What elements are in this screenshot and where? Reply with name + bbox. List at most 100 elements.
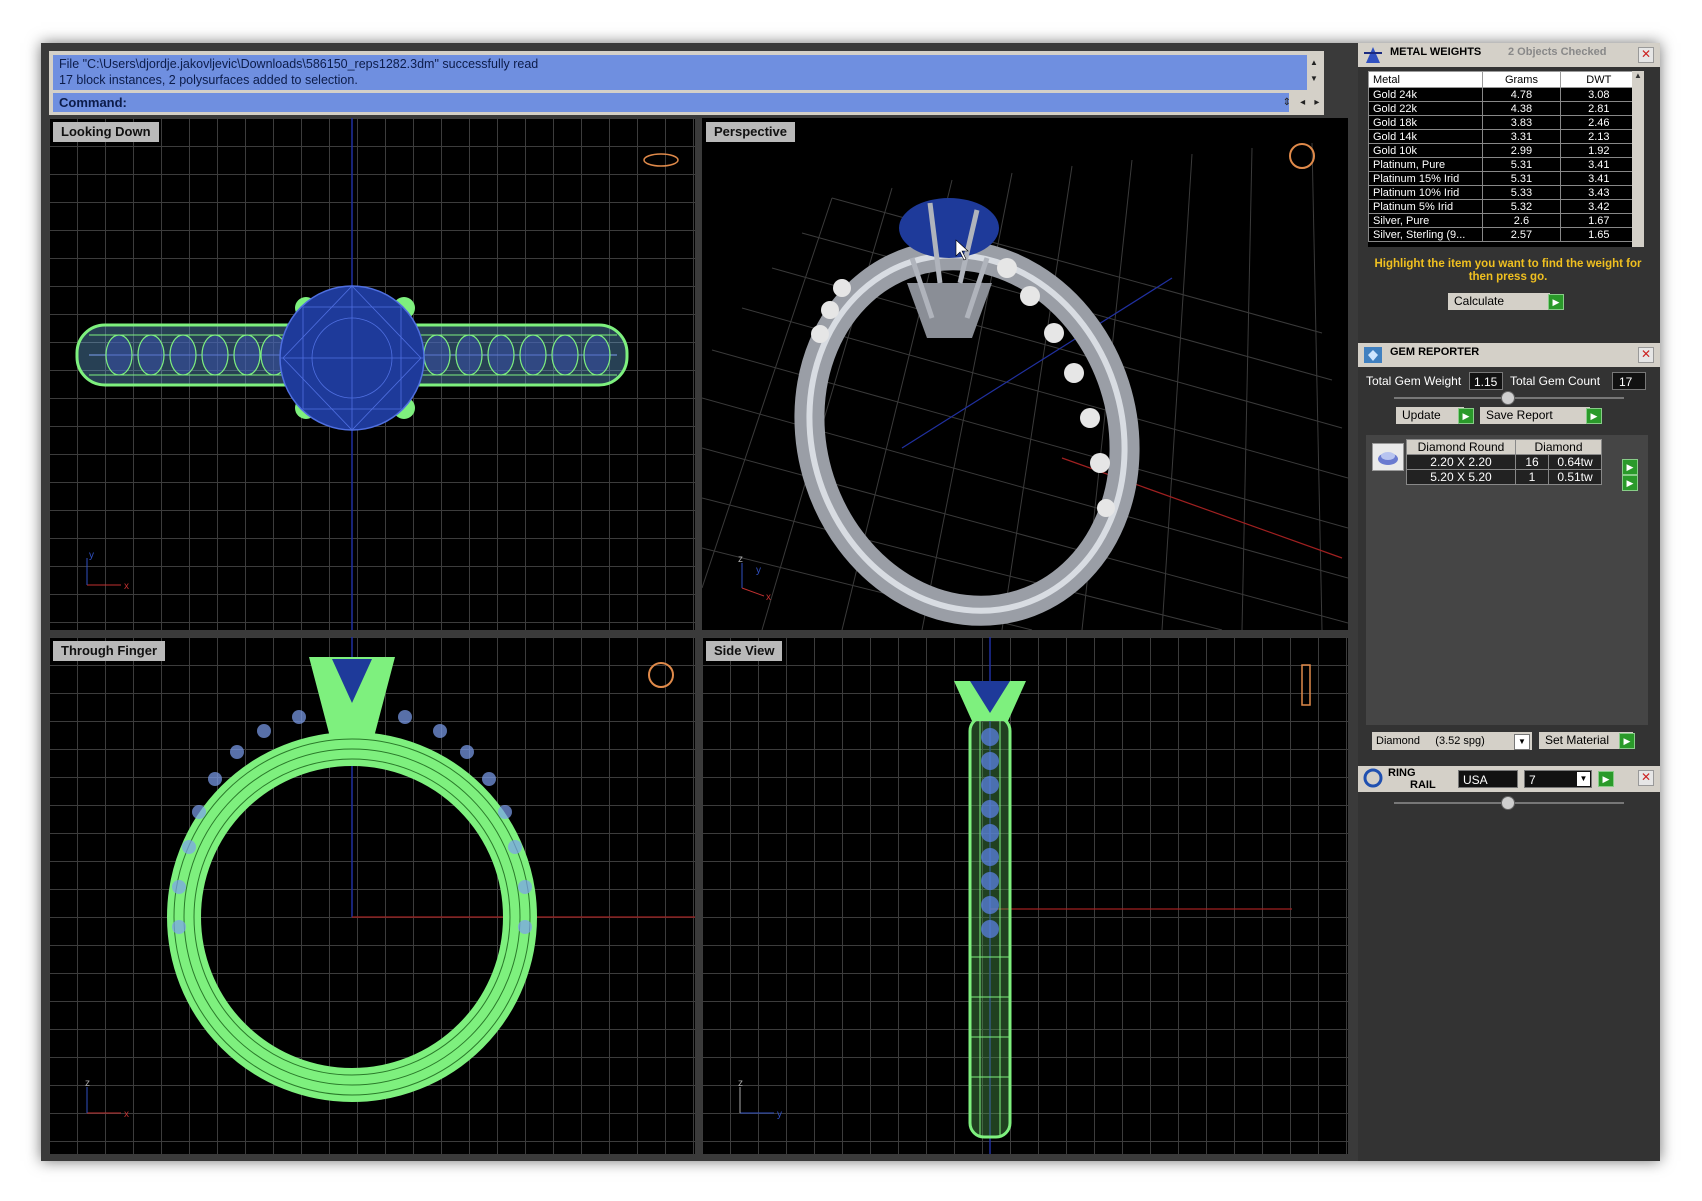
chevron-down-icon[interactable]: ▼: [1514, 734, 1530, 750]
table-header-row: Metal Grams DWT: [1368, 71, 1639, 88]
total-gem-weight-label: Total Gem Weight: [1366, 374, 1462, 388]
axis-z-label: z: [738, 1078, 743, 1089]
axis-z-label: z: [85, 1078, 90, 1089]
grams-cell: 5.31: [1482, 171, 1561, 186]
axis-y-label: y: [777, 1109, 782, 1120]
command-nav-buttons: ⇕ ◂ ▸: [1278, 93, 1324, 112]
table-row[interactable]: 2.20 X 2.20 16 0.64tw: [1406, 454, 1602, 470]
diamond-round-icon: [1372, 443, 1404, 471]
viewport-perspective[interactable]: z y x Perspective: [702, 118, 1348, 630]
table-row[interactable]: Platinum, Pure 5.31 3.41: [1368, 157, 1639, 172]
table-row[interactable]: Gold 24k 4.78 3.08: [1368, 87, 1639, 102]
country-input[interactable]: USA: [1458, 770, 1518, 788]
ring-size-select[interactable]: 7 ▼: [1524, 770, 1592, 788]
total-gem-weight-value: 1.15: [1469, 372, 1503, 390]
dwt-cell: 1.65: [1559, 227, 1639, 242]
history-scrollbar[interactable]: ▲ ▼: [1307, 55, 1321, 90]
axis-x-label: x: [124, 1109, 129, 1120]
go-arrow-icon[interactable]: ▶: [1619, 733, 1635, 749]
grams-cell: 2.6: [1482, 213, 1561, 228]
front-view-model: x z: [85, 637, 695, 1120]
close-icon[interactable]: ✕: [1638, 770, 1654, 786]
table-row[interactable]: Gold 10k 2.99 1.92: [1368, 143, 1639, 158]
gem-weight-cell: 0.64tw: [1548, 454, 1602, 470]
chevron-down-icon[interactable]: ▼: [1577, 772, 1590, 786]
gem-weight-cell: 0.51tw: [1548, 469, 1602, 485]
slider-knob[interactable]: [1501, 391, 1515, 405]
command-history: File "C:\Users\djordje.jakovljevic\Downl…: [53, 55, 1321, 90]
metal-name-cell: Gold 14k: [1368, 129, 1484, 144]
grams-cell: 3.31: [1482, 129, 1561, 144]
go-arrow-icon[interactable]: ▶: [1622, 475, 1638, 491]
grams-cell: 5.31: [1482, 157, 1561, 172]
axis-x-label: x: [124, 581, 129, 592]
metal-name-cell: Gold 22k: [1368, 101, 1484, 116]
close-icon[interactable]: ✕: [1638, 47, 1654, 63]
go-arrow-icon[interactable]: ▶: [1622, 459, 1638, 475]
go-arrow-icon[interactable]: ▶: [1548, 294, 1564, 310]
viewport-title[interactable]: Perspective: [706, 122, 795, 142]
column-header[interactable]: DWT: [1559, 71, 1639, 88]
metal-name-cell: Gold 24k: [1368, 87, 1484, 102]
history-line: 17 block instances, 2 polysurfaces added…: [59, 73, 358, 87]
table-scrollbar[interactable]: ▲: [1632, 71, 1644, 247]
metal-name-cell: Platinum, Pure: [1368, 157, 1484, 172]
grams-cell: 2.99: [1482, 143, 1561, 158]
axis-y-label: y: [756, 565, 761, 576]
viewport-side-view[interactable]: y z Side View: [702, 637, 1348, 1154]
axis-z-label: z: [738, 554, 743, 565]
go-arrow-icon[interactable]: ▶: [1586, 408, 1602, 424]
column-header[interactable]: Metal: [1368, 71, 1484, 88]
metal-name-cell: Silver, Sterling (9...: [1368, 227, 1484, 242]
viewport-title[interactable]: Through Finger: [53, 641, 166, 661]
metal-name-cell: Gold 18k: [1368, 115, 1484, 130]
objects-checked-label: 2 Objects Checked: [1508, 46, 1607, 58]
plugin-panel: METAL WEIGHTS 2 Objects Checked ✕ Metal …: [1358, 43, 1660, 1161]
table-row[interactable]: Silver, Sterling (9... 2.57 1.65: [1368, 227, 1639, 242]
column-header: Diamond Round: [1406, 439, 1516, 455]
grams-cell: 4.78: [1482, 87, 1561, 102]
axis-x-label: x: [766, 592, 771, 603]
dwt-cell: 1.92: [1559, 143, 1639, 158]
viewport-through-finger[interactable]: x z Through Finger: [49, 637, 695, 1154]
total-gem-count-label: Total Gem Count: [1510, 374, 1601, 388]
ring-rail-icon: [1363, 768, 1383, 788]
metal-name-cell: Platinum 5% Irid: [1368, 199, 1484, 214]
dwt-cell: 2.81: [1559, 101, 1639, 116]
arrow-left-icon[interactable]: ◂: [1300, 97, 1305, 108]
side-view-model: y z: [738, 637, 1311, 1154]
viewport-looking-down[interactable]: x y Looking Down: [49, 118, 695, 630]
table-row[interactable]: Silver, Pure 2.6 1.67: [1368, 213, 1639, 228]
table-row[interactable]: 5.20 X 5.20 1 0.51tw: [1406, 469, 1602, 485]
ring-rail-titlebar: RING RAIL USA 7 ▼ ▶ ✕: [1358, 766, 1660, 792]
grams-cell: 4.38: [1482, 101, 1561, 116]
material-select[interactable]: Diamond (3.52 spg) ▼: [1372, 732, 1532, 750]
metal-name-cell: Platinum 15% Irid: [1368, 171, 1484, 186]
go-arrow-icon[interactable]: ▶: [1458, 408, 1474, 424]
metal-weights-titlebar: METAL WEIGHTS 2 Objects Checked ✕: [1358, 43, 1660, 67]
update-button[interactable]: Update: [1396, 407, 1464, 424]
calculate-button[interactable]: Calculate: [1448, 293, 1550, 310]
grams-cell: 2.57: [1482, 227, 1561, 242]
table-row[interactable]: Platinum 5% Irid 5.32 3.42: [1368, 199, 1639, 214]
history-line: File "C:\Users\djordje.jakovljevic\Downl…: [59, 57, 539, 71]
table-row[interactable]: Platinum 10% Irid 5.33 3.43: [1368, 185, 1639, 200]
table-row[interactable]: Platinum 15% Irid 5.31 3.41: [1368, 171, 1639, 186]
slider-knob[interactable]: [1501, 796, 1515, 810]
viewport-title[interactable]: Looking Down: [53, 122, 159, 142]
table-row[interactable]: Gold 18k 3.83 2.46: [1368, 115, 1639, 130]
gem-table: Diamond Round Diamond 2.20 X 2.20 16 0.6…: [1406, 439, 1602, 485]
gem-size-cell: 2.20 X 2.20: [1406, 454, 1516, 470]
column-header[interactable]: Grams: [1482, 71, 1561, 88]
close-icon[interactable]: ✕: [1638, 347, 1654, 363]
table-row[interactable]: Gold 22k 4.38 2.81: [1368, 101, 1639, 116]
arrow-right-icon[interactable]: ▸: [1314, 97, 1319, 108]
save-report-button[interactable]: Save Report: [1480, 407, 1590, 424]
viewport-title[interactable]: Side View: [706, 641, 783, 661]
go-arrow-icon[interactable]: ▶: [1598, 771, 1614, 787]
gem-count-cell: 1: [1515, 469, 1549, 485]
table-row[interactable]: Gold 14k 3.31 2.13: [1368, 129, 1639, 144]
dwt-cell: 3.42: [1559, 199, 1639, 214]
spin-icon[interactable]: ⇕: [1283, 97, 1291, 108]
command-input[interactable]: Command:: [53, 93, 1289, 112]
